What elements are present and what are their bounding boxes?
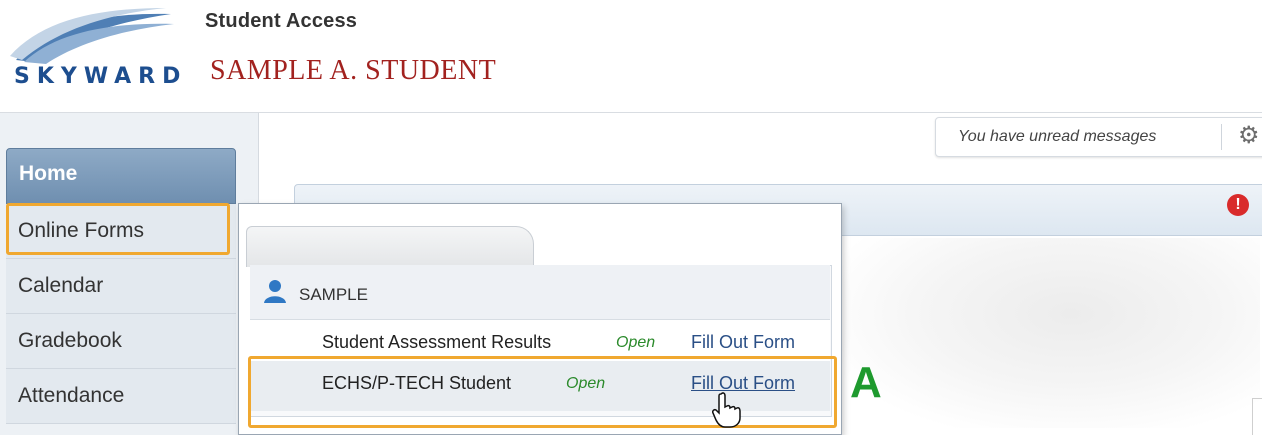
separator [1221,124,1222,150]
divider [1252,398,1262,399]
app-title: Student Access [205,10,358,32]
blurred-content [840,238,1260,428]
online-forms-highlight [6,203,230,255]
sidebar-nav: Home Online Forms Calendar Gradebook Att… [6,148,236,424]
sidebar: Home Online Forms Calendar Gradebook Att… [0,113,259,435]
popup-tab[interactable] [246,226,534,267]
brand-text: SKYWARD [14,64,188,89]
divider [1252,398,1253,435]
callout-label: A [850,358,882,407]
echs-row-highlight [248,356,837,428]
gear-icon[interactable]: ⚙ [1238,124,1260,148]
sidebar-item-calendar[interactable]: Calendar [6,259,236,314]
fill-out-form-link[interactable]: Fill Out Form [691,332,795,353]
sidebar-item-attendance[interactable]: Attendance [6,369,236,424]
student-section-title: SAMPLE [299,285,368,304]
skyward-logo: SKYWARD [6,8,196,89]
alert-icon[interactable]: ! [1227,194,1249,216]
form-status: Open [616,334,656,351]
student-name: SAMPLE A. STUDENT [210,55,497,86]
form-name: Student Assessment Results [322,332,552,352]
sidebar-item-gradebook[interactable]: Gradebook [6,314,236,369]
sidebar-item-home[interactable]: Home [6,148,236,204]
hand-cursor-icon [712,392,741,428]
person-icon [264,280,286,303]
unread-messages-link[interactable]: You have unread messages [958,128,1156,146]
messages-bar: You have unread messages ⚙ [935,117,1262,157]
